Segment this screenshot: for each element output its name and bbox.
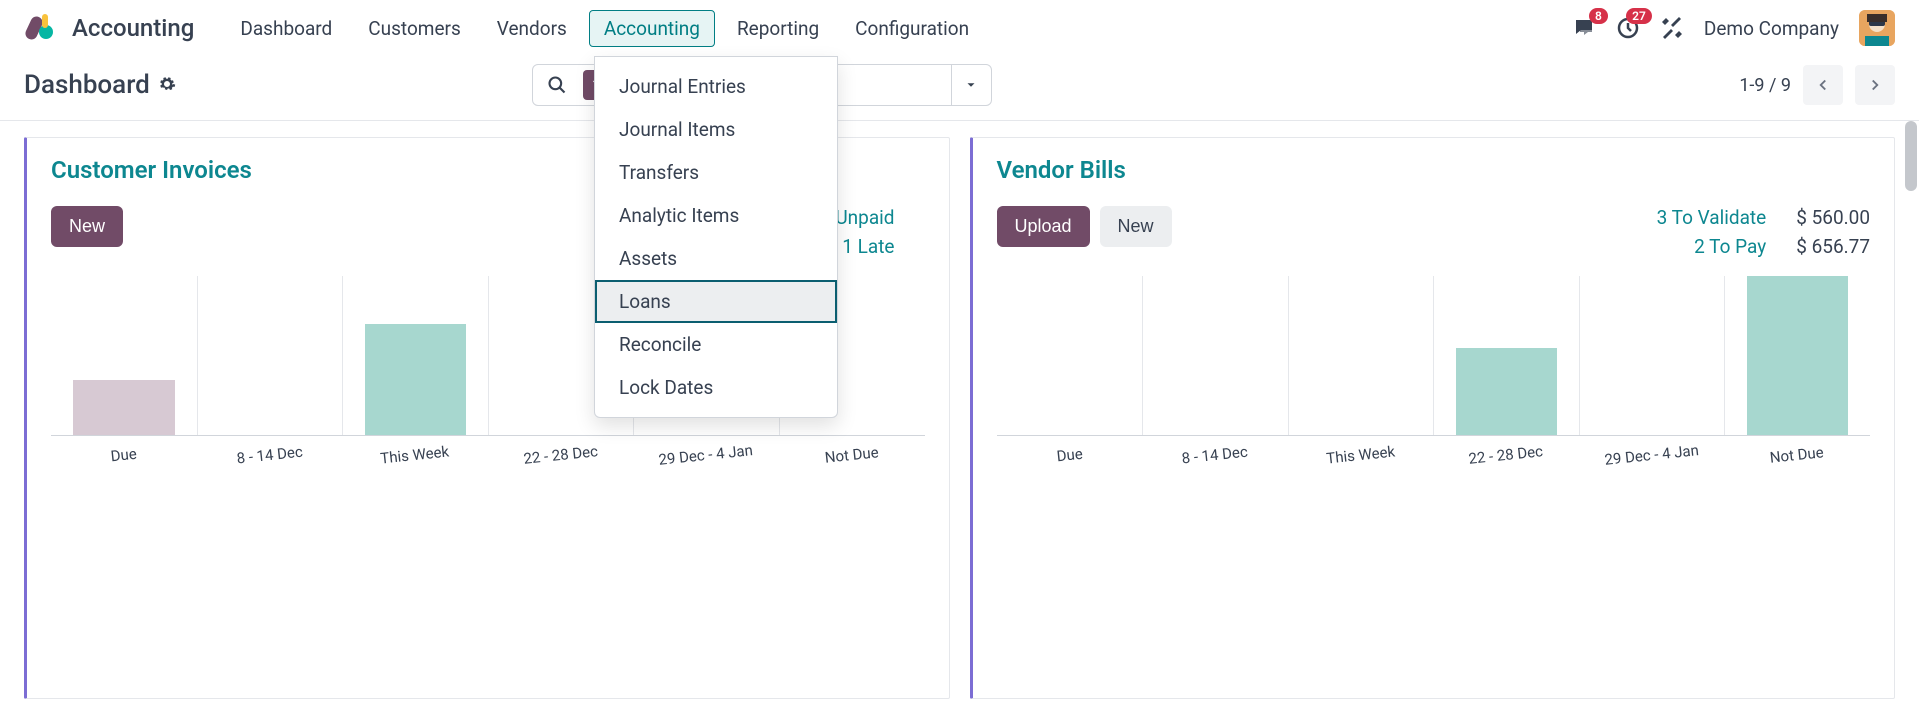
topbar-right: 8 27 Demo Company	[1572, 10, 1895, 46]
to-validate-link[interactable]: 3 To Validate	[1657, 206, 1767, 229]
menu-journal-entries[interactable]: Journal Entries	[595, 65, 837, 108]
gear-icon[interactable]	[158, 70, 176, 100]
app-name[interactable]: Accounting	[72, 14, 194, 42]
search-icon	[533, 75, 581, 95]
chart-axis-label: 8 - 14 Dec	[1140, 429, 1289, 484]
chart-axis-label: Due	[995, 429, 1144, 484]
to-pay-amount: $ 656.77	[1796, 235, 1870, 258]
chart-axis-label: 29 Dec - 4 Jan	[632, 429, 781, 484]
nav-accounting[interactable]: Accounting	[589, 10, 715, 47]
card-title[interactable]: Vendor Bills	[997, 156, 1871, 184]
pager-text[interactable]: 1-9 / 9	[1739, 75, 1791, 96]
menu-transfers[interactable]: Transfers	[595, 151, 837, 194]
nav-customers[interactable]: Customers	[354, 11, 475, 46]
card-vendor-bills[interactable]: Vendor Bills Upload New 3 To Validate $ …	[970, 137, 1896, 699]
messages-badge: 8	[1589, 8, 1608, 24]
menu-assets[interactable]: Assets	[595, 237, 837, 280]
upload-bill-button[interactable]: Upload	[997, 206, 1090, 247]
chart-bar[interactable]	[1747, 276, 1848, 436]
chart-bar[interactable]	[1456, 348, 1557, 436]
search-options-toggle[interactable]	[951, 65, 991, 105]
kanban-content: Customer Invoices New 4 Unpaid 1 Late Du…	[0, 121, 1919, 715]
to-pay-link[interactable]: 2 To Pay	[1657, 235, 1767, 258]
bills-chart: Due8 - 14 DecThis Week22 - 28 Dec29 Dec …	[997, 276, 1871, 476]
app-logo[interactable]	[24, 12, 56, 44]
nav-vendors[interactable]: Vendors	[483, 11, 581, 46]
menu-lock-dates[interactable]: Lock Dates	[595, 366, 837, 409]
breadcrumb: Dashboard	[24, 70, 176, 100]
pager: 1-9 / 9	[1739, 65, 1895, 105]
chart-axis-label: 22 - 28 Dec	[1432, 429, 1581, 484]
scrollbar[interactable]	[1905, 121, 1917, 715]
activities-badge: 27	[1626, 8, 1652, 24]
topbar: Accounting Dashboard Customers Vendors A…	[0, 0, 1919, 56]
company-switcher[interactable]: Demo Company	[1704, 17, 1839, 40]
new-bill-button[interactable]: New	[1100, 206, 1172, 247]
chart-axis-label: Not Due	[1723, 429, 1872, 484]
menu-reconcile[interactable]: Reconcile	[595, 323, 837, 366]
chart-axis-label: Due	[49, 429, 198, 484]
pager-prev-button[interactable]	[1803, 65, 1843, 105]
chart-axis-label: Not Due	[777, 429, 926, 484]
tools-icon[interactable]	[1660, 16, 1684, 40]
to-validate-amount: $ 560.00	[1796, 206, 1870, 229]
menu-loans[interactable]: Loans	[595, 280, 837, 323]
nav-dashboard[interactable]: Dashboard	[226, 11, 346, 46]
nav-reporting[interactable]: Reporting	[723, 11, 833, 46]
chart-bar[interactable]	[365, 324, 466, 436]
chart-axis-label: This Week	[1286, 429, 1435, 484]
user-avatar[interactable]	[1859, 10, 1895, 46]
menu-analytic-items[interactable]: Analytic Items	[595, 194, 837, 237]
chart-bar[interactable]	[73, 380, 175, 436]
messages-icon[interactable]: 8	[1572, 16, 1596, 40]
new-invoice-button[interactable]: New	[51, 206, 123, 247]
main-nav: Dashboard Customers Vendors Accounting R…	[226, 10, 983, 47]
pager-next-button[interactable]	[1855, 65, 1895, 105]
chart-axis-label: 29 Dec - 4 Jan	[1577, 429, 1726, 484]
activities-icon[interactable]: 27	[1616, 16, 1640, 40]
page-title: Dashboard	[24, 70, 150, 100]
menu-journal-items[interactable]: Journal Items	[595, 108, 837, 151]
chart-axis-label: 22 - 28 Dec	[486, 429, 635, 484]
nav-configuration[interactable]: Configuration	[841, 11, 983, 46]
accounting-dropdown: Journal Entries Journal Items Transfers …	[594, 56, 838, 418]
chart-axis-label: This Week	[340, 429, 489, 484]
chart-axis-label: 8 - 14 Dec	[195, 429, 344, 484]
control-panel: Dashboard 1-9 / 9	[0, 56, 1919, 121]
